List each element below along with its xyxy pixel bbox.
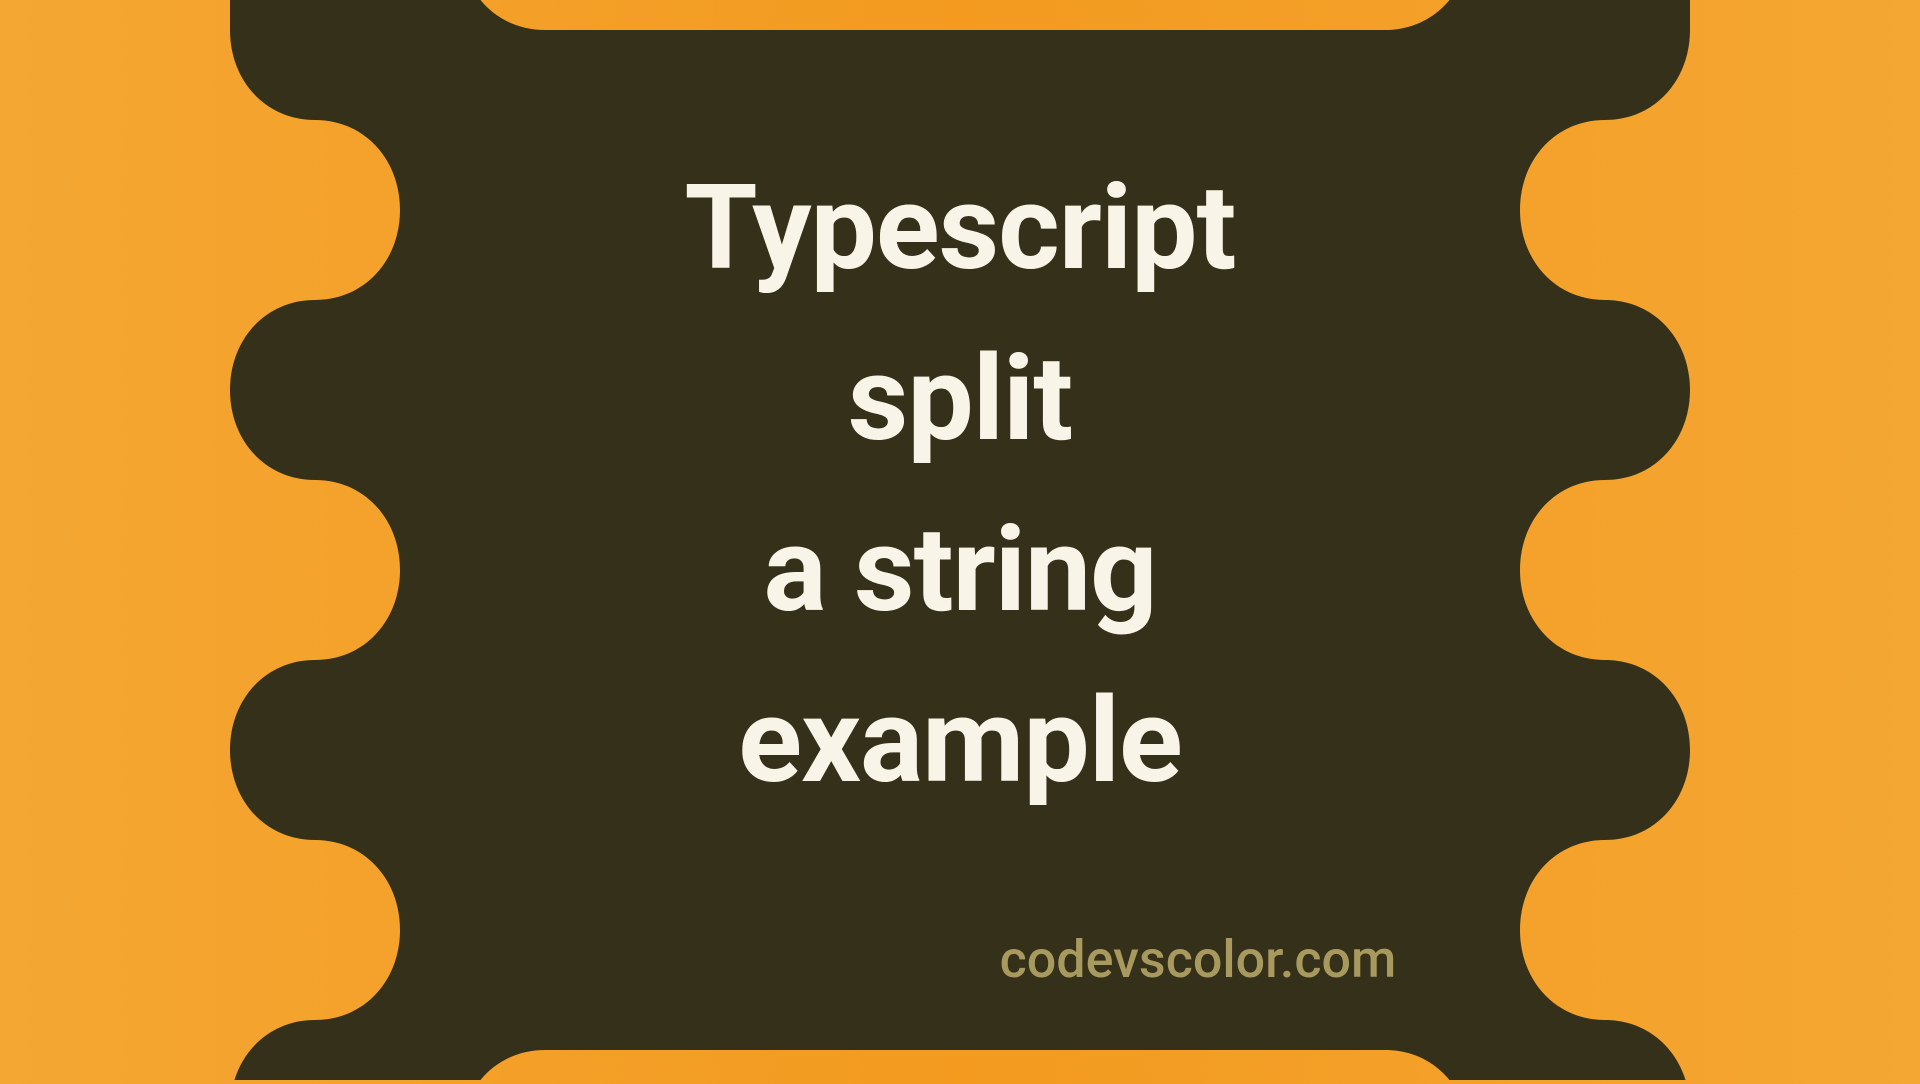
hero-title-block: Typescript split a string example bbox=[685, 143, 1236, 827]
title-line-1: Typescript bbox=[685, 159, 1236, 297]
title-line-2: split bbox=[848, 330, 1072, 468]
watermark-text: codevscolor.com bbox=[1000, 929, 1397, 990]
title-line-3: a string bbox=[763, 501, 1156, 639]
hero-title: Typescript split a string example bbox=[685, 143, 1236, 827]
hero-banner: Typescript split a string example codevs… bbox=[0, 0, 1920, 1080]
title-line-4: example bbox=[738, 672, 1181, 810]
